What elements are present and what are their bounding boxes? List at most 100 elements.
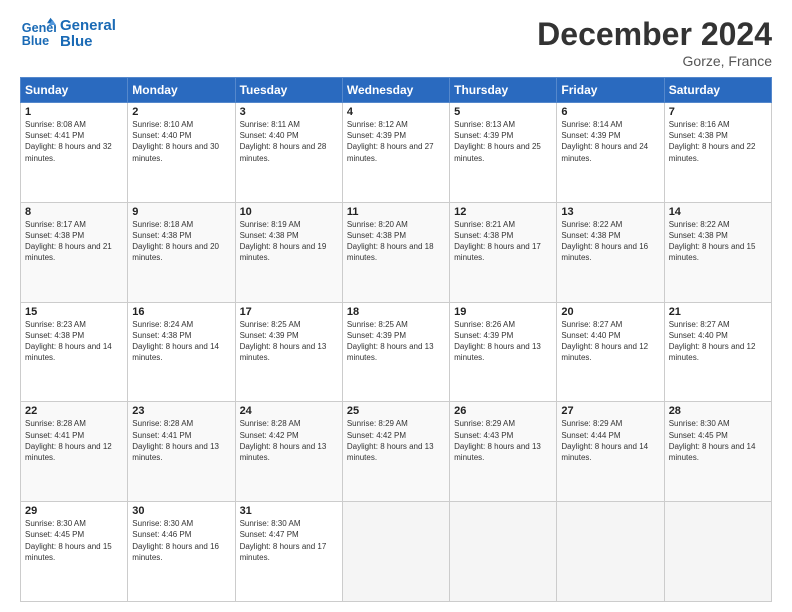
logo-line1: General [60,18,116,35]
calendar-cell: 19Sunrise: 8:26 AMSunset: 4:39 PMDayligh… [450,302,557,402]
calendar-week-3: 15Sunrise: 8:23 AMSunset: 4:38 PMDayligh… [21,302,772,402]
calendar-week-4: 22 Sunrise: 8:28 AMSunset: 4:41 PMDayligh… [21,402,772,502]
calendar-cell: 3Sunrise: 8:11 AMSunset: 4:40 PMDaylight… [235,103,342,203]
calendar-cell: 16Sunrise: 8:24 AMSunset: 4:38 PMDayligh… [128,302,235,402]
day-number: 11 [347,206,445,218]
cell-info: Sunrise: 8:17 AMSunset: 4:38 PMDaylight:… [25,219,123,264]
cell-info: Sunrise: 8:16 AMSunset: 4:38 PMDaylight:… [669,119,767,164]
calendar-cell: 6Sunrise: 8:14 AMSunset: 4:39 PMDaylight… [557,103,664,203]
cell-info: Sunrise: 8:27 AMSunset: 4:40 PMDaylight:… [561,319,659,364]
day-number: 28 [669,405,767,417]
day-number: 29 [25,505,123,517]
calendar-cell: 28Sunrise: 8:30 AMSunset: 4:45 PMDayligh… [664,402,771,502]
calendar-cell: 2Sunrise: 8:10 AMSunset: 4:40 PMDaylight… [128,103,235,203]
calendar-cell: 8Sunrise: 8:17 AMSunset: 4:38 PMDaylight… [21,202,128,302]
cell-info: Sunrise: 8:10 AMSunset: 4:40 PMDaylight:… [132,119,230,164]
calendar-cell: 4Sunrise: 8:12 AMSunset: 4:39 PMDaylight… [342,103,449,203]
cell-info: Sunrise: 8:29 AMSunset: 4:42 PMDaylight:… [347,418,445,463]
cell-info: Sunrise: 8:22 AMSunset: 4:38 PMDaylight:… [669,219,767,264]
calendar-cell: 12Sunrise: 8:21 AMSunset: 4:38 PMDayligh… [450,202,557,302]
cell-info: Sunrise: 8:24 AMSunset: 4:38 PMDaylight:… [132,319,230,364]
calendar-cell: 13Sunrise: 8:22 AMSunset: 4:38 PMDayligh… [557,202,664,302]
cell-info: Sunrise: 8:30 AMSunset: 4:47 PMDaylight:… [240,518,338,563]
page: General Blue General Blue December 2024 … [0,0,792,612]
cell-info: Sunrise: 8:21 AMSunset: 4:38 PMDaylight:… [454,219,552,264]
cell-info: Sunrise: 8:29 AMSunset: 4:43 PMDaylight:… [454,418,552,463]
day-number: 9 [132,206,230,218]
calendar-header-monday: Monday [128,78,235,103]
calendar-cell: 20Sunrise: 8:27 AMSunset: 4:40 PMDayligh… [557,302,664,402]
cell-info: Sunrise: 8:28 AMSunset: 4:42 PMDaylight:… [240,418,338,463]
header: General Blue General Blue December 2024 … [20,16,772,69]
cell-info: Sunrise: 8:22 AMSunset: 4:38 PMDaylight:… [561,219,659,264]
calendar-cell: 1Sunrise: 8:08 AMSunset: 4:41 PMDaylight… [21,103,128,203]
day-number: 23 [132,405,230,417]
day-number: 2 [132,106,230,118]
day-number: 3 [240,106,338,118]
day-number: 15 [25,306,123,318]
calendar-table: SundayMondayTuesdayWednesdayThursdayFrid… [20,77,772,602]
calendar-cell: 23Sunrise: 8:28 AMSunset: 4:41 PMDayligh… [128,402,235,502]
day-number: 13 [561,206,659,218]
day-number: 12 [454,206,552,218]
calendar-week-5: 29Sunrise: 8:30 AMSunset: 4:45 PMDayligh… [21,502,772,602]
cell-info: Sunrise: 8:28 AMSunset: 4:41 PMDaylight:… [132,418,230,463]
logo: General Blue General Blue [20,16,116,52]
calendar-header-friday: Friday [557,78,664,103]
calendar-cell: 9Sunrise: 8:18 AMSunset: 4:38 PMDaylight… [128,202,235,302]
cell-info: Sunrise: 8:12 AMSunset: 4:39 PMDaylight:… [347,119,445,164]
calendar-cell: 5Sunrise: 8:13 AMSunset: 4:39 PMDaylight… [450,103,557,203]
calendar-cell [557,502,664,602]
day-number: 5 [454,106,552,118]
calendar-cell [664,502,771,602]
calendar-cell: 10Sunrise: 8:19 AMSunset: 4:38 PMDayligh… [235,202,342,302]
calendar-cell: 15Sunrise: 8:23 AMSunset: 4:38 PMDayligh… [21,302,128,402]
calendar-header-thursday: Thursday [450,78,557,103]
cell-info: Sunrise: 8:25 AMSunset: 4:39 PMDaylight:… [347,319,445,364]
day-number: 16 [132,306,230,318]
day-number: 14 [669,206,767,218]
day-number: 7 [669,106,767,118]
day-number: 17 [240,306,338,318]
month-title: December 2024 [537,16,772,53]
day-number: 10 [240,206,338,218]
cell-info: Sunrise: 8:29 AMSunset: 4:44 PMDaylight:… [561,418,659,463]
calendar-cell: 30Sunrise: 8:30 AMSunset: 4:46 PMDayligh… [128,502,235,602]
calendar-header-saturday: Saturday [664,78,771,103]
day-number: 30 [132,505,230,517]
cell-info: Sunrise: 8:18 AMSunset: 4:38 PMDaylight:… [132,219,230,264]
cell-info: Sunrise: 8:11 AMSunset: 4:40 PMDaylight:… [240,119,338,164]
calendar-cell: 25Sunrise: 8:29 AMSunset: 4:42 PMDayligh… [342,402,449,502]
day-number: 18 [347,306,445,318]
calendar-cell: 21Sunrise: 8:27 AMSunset: 4:40 PMDayligh… [664,302,771,402]
calendar-header-wednesday: Wednesday [342,78,449,103]
calendar-header-tuesday: Tuesday [235,78,342,103]
day-number: 19 [454,306,552,318]
day-number: 8 [25,206,123,218]
day-number: 27 [561,405,659,417]
day-number: 22 [25,405,123,417]
calendar-cell: 11Sunrise: 8:20 AMSunset: 4:38 PMDayligh… [342,202,449,302]
cell-info: Sunrise: 8:30 AMSunset: 4:45 PMDaylight:… [669,418,767,463]
cell-info: Sunrise: 8:20 AMSunset: 4:38 PMDaylight:… [347,219,445,264]
day-number: 6 [561,106,659,118]
calendar-week-1: 1Sunrise: 8:08 AMSunset: 4:41 PMDaylight… [21,103,772,203]
location: Gorze, France [537,53,772,69]
day-number: 31 [240,505,338,517]
day-number: 4 [347,106,445,118]
cell-info: Sunrise: 8:14 AMSunset: 4:39 PMDaylight:… [561,119,659,164]
cell-info: Sunrise: 8:19 AMSunset: 4:38 PMDaylight:… [240,219,338,264]
calendar-header-sunday: Sunday [21,78,128,103]
calendar-cell: 27Sunrise: 8:29 AMSunset: 4:44 PMDayligh… [557,402,664,502]
calendar-cell: 29Sunrise: 8:30 AMSunset: 4:45 PMDayligh… [21,502,128,602]
calendar-cell: 22Sunrise: 8:28 AMSunset: 4:41 PMDayligh… [21,402,128,502]
cell-info: Sunrise: 8:23 AMSunset: 4:38 PMDaylight:… [25,319,123,364]
calendar-cell: 26Sunrise: 8:29 AMSunset: 4:43 PMDayligh… [450,402,557,502]
title-block: December 2024 Gorze, France [537,16,772,69]
day-number: 24 [240,405,338,417]
calendar-cell: 17Sunrise: 8:25 AMSunset: 4:39 PMDayligh… [235,302,342,402]
calendar-cell: 18Sunrise: 8:25 AMSunset: 4:39 PMDayligh… [342,302,449,402]
cell-info: Sunrise: 8:30 AMSunset: 4:46 PMDaylight:… [132,518,230,563]
calendar-cell: 14Sunrise: 8:22 AMSunset: 4:38 PMDayligh… [664,202,771,302]
calendar-header-row: SundayMondayTuesdayWednesdayThursdayFrid… [21,78,772,103]
